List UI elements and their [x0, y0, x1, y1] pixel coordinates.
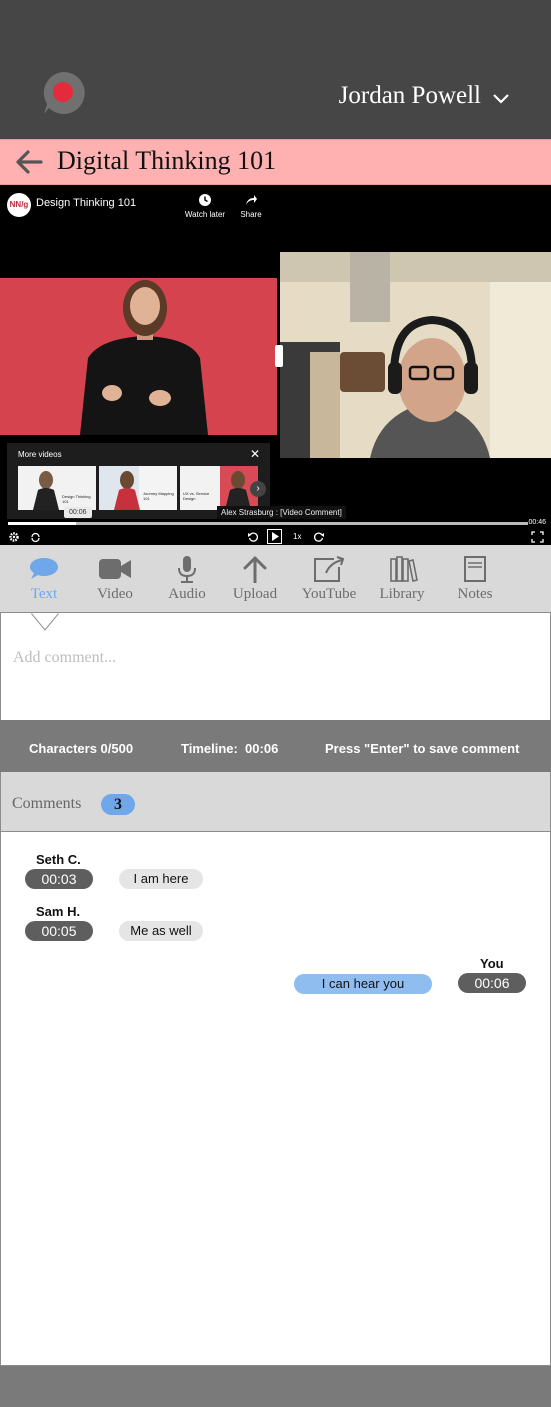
course-title: Digital Thinking 101 [57, 146, 277, 175]
comment-timestamp[interactable]: 00:03 [25, 869, 93, 889]
tool-label: Audio [168, 586, 206, 602]
tool-library[interactable]: Library [367, 555, 437, 603]
thumbnail-figure [99, 466, 177, 510]
comment-author: Seth C. [36, 852, 81, 867]
video-caption: Alex Strasburg : [Video Comment] [217, 506, 346, 519]
character-count: Characters 0/500 [29, 741, 134, 756]
playback-speed[interactable]: 1x [293, 532, 301, 541]
presenter-video [0, 278, 277, 435]
thumbnail-title: Design Thinking 101 [62, 494, 91, 504]
tool-audio[interactable]: Audio [152, 555, 222, 603]
microphone-icon [178, 556, 196, 583]
channel-logo: NN/g [7, 193, 31, 217]
share-button[interactable]: Share [236, 193, 266, 219]
app-logo-icon[interactable] [40, 70, 86, 116]
chevron-right-icon[interactable]: › [250, 481, 266, 497]
save-hint: Press "Enter" to save comment [325, 741, 520, 756]
tool-upload[interactable]: Upload [220, 555, 290, 603]
share-box-icon [314, 556, 345, 582]
video-thumbnail[interactable]: Design Thinking 101 [18, 466, 96, 510]
video-thumbnail[interactable]: UX vs. Service Design [180, 466, 258, 510]
settings-gear-icon[interactable] [9, 532, 19, 542]
footer-bar [0, 1366, 551, 1407]
share-label: Share [240, 210, 262, 219]
tool-label: Upload [232, 586, 278, 602]
comments-count-badge: 3 [101, 794, 135, 815]
rewind-icon[interactable] [247, 531, 259, 543]
back-arrow-icon[interactable] [14, 149, 44, 175]
comments-list: Seth C. 00:03 I am here Sam H. 00:05 Me … [0, 832, 551, 1366]
chevron-down-icon[interactable] [491, 90, 511, 106]
comments-label: Comments [12, 795, 82, 812]
split-handle[interactable] [275, 345, 283, 367]
close-icon[interactable]: ✕ [250, 447, 260, 461]
course-bar: Digital Thinking 101 [0, 139, 551, 185]
more-videos-label: More videos [18, 450, 62, 459]
player-controls: 1x [0, 529, 551, 545]
tool-label: YouTube [301, 586, 357, 602]
watch-later-label: Watch later [184, 210, 226, 219]
comment-bubble: I can hear you [294, 974, 432, 994]
comment-bubble: Me as well [119, 921, 203, 941]
clock-icon [199, 194, 211, 206]
progress-fill [8, 522, 76, 525]
webcam-figure [280, 252, 551, 458]
progress-bar[interactable] [8, 522, 528, 525]
active-tool-pointer [31, 613, 59, 631]
forward-icon[interactable] [313, 531, 325, 543]
play-icon[interactable] [267, 529, 282, 544]
timeline-readout: Timeline: 00:06 [181, 741, 279, 756]
tool-label: Notes [457, 586, 493, 602]
comment-input[interactable] [13, 643, 533, 673]
comments-header: Comments 3 [0, 772, 551, 832]
user-name[interactable]: Jordan Powell [339, 82, 481, 110]
presenter-figure [0, 278, 277, 435]
video-thumbnail[interactable]: Journey Mapping 101 [99, 466, 177, 510]
tool-label: Video [97, 586, 133, 602]
watch-later-button[interactable]: Watch later [182, 193, 228, 219]
tool-video[interactable]: Video [80, 555, 150, 603]
speech-bubble-icon [30, 558, 58, 579]
thumbnail-title: UX vs. Service Design [183, 491, 210, 501]
video-camera-icon [99, 559, 131, 579]
notepad-icon [464, 556, 486, 582]
fullscreen-icon[interactable] [531, 531, 544, 543]
thumbnail-figure [180, 466, 258, 510]
upload-arrow-icon [243, 556, 267, 583]
video-player[interactable]: NN/g Design Thinking 101 Watch later Sha… [0, 185, 551, 545]
video-title[interactable]: Design Thinking 101 [36, 197, 136, 209]
comment-type-toolbar: Text Video Audio Upload YouTube Library … [0, 545, 551, 613]
tool-text[interactable]: Text [9, 555, 79, 603]
scrub-time: 00:06 [64, 507, 92, 518]
tool-label: Text [30, 586, 58, 602]
comment-timestamp[interactable]: 00:05 [25, 921, 93, 941]
top-bar: Jordan Powell [0, 0, 551, 139]
comment-author: Sam H. [36, 904, 81, 919]
thumbnail-title: Journey Mapping 101 [143, 491, 174, 501]
comment-author: You [480, 956, 504, 971]
tool-label: Library [379, 586, 425, 602]
video-duration: 00:46 [528, 519, 546, 526]
comment-timestamp[interactable]: 00:06 [458, 973, 526, 993]
loop-icon[interactable] [30, 532, 41, 543]
comment-box [0, 613, 551, 720]
share-arrow-icon [246, 195, 257, 205]
tool-youtube[interactable]: YouTube [294, 555, 364, 603]
webcam-video [280, 252, 551, 458]
status-bar: Characters 0/500 Timeline: 00:06 Press "… [0, 720, 551, 772]
tool-notes[interactable]: Notes [440, 555, 510, 603]
comment-bubble: I am here [119, 869, 203, 889]
books-icon [390, 556, 418, 582]
